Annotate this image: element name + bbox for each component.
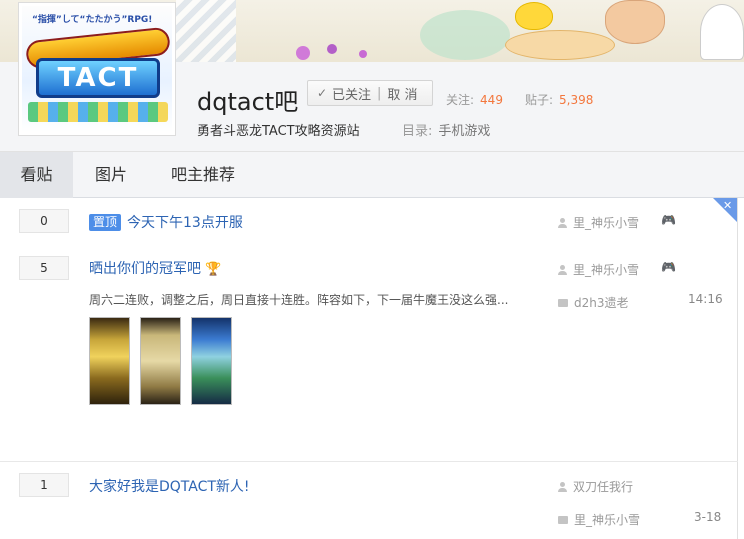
user-icon [558,218,567,228]
comment-icon [558,516,568,524]
logo-band [28,102,168,122]
followers-stat: 关注: 449 [446,91,503,108]
forum-category: 目录: 手机游戏 [402,120,490,139]
logo-tagline: “指揮”して“たたかう”RPG! [32,15,153,25]
category-label: 目录: [402,124,433,139]
thread-divider [0,461,738,462]
duck-illustration [515,2,553,30]
check-icon: ✓ [316,86,328,100]
tab-recommended[interactable]: 吧主推荐 [149,152,257,198]
user-icon [558,482,567,492]
close-icon[interactable]: ✕ [723,199,732,212]
thread-author[interactable]: 双刀任我行 [558,478,633,495]
reply-count: 5 [19,256,69,280]
thread-title[interactable]: 大家好我是DQTACT新人! [89,476,250,496]
comment-icon [558,299,568,307]
thread-image[interactable] [191,317,232,405]
thread-abstract: 周六二连败，调整之后，周日直接十连胜。阵容如下，下一届牛魔王没这么强... [89,293,509,307]
pinned-badge: 置顶 [89,214,122,231]
trophy-icon: 🏆 [205,262,222,277]
last-replier[interactable]: d2h3遗老 [558,294,629,311]
tab-posts[interactable]: 看贴 [0,152,73,198]
forum-slogan: 勇者斗恶龙TACT攻略资源站 [197,124,360,139]
last-replier-name[interactable]: 里_神乐小雪 [574,513,640,527]
thread-title-text[interactable]: 晒出你们的冠军吧 [89,261,201,277]
forum-tabs: 看贴 图片 吧主推荐 [0,152,744,198]
thread-title-text[interactable]: 大家好我是DQTACT新人! [89,479,250,495]
followers-count: 449 [480,93,503,107]
author-name[interactable]: 里_神乐小雪 [573,216,639,230]
last-reply-time: 3-18 [694,510,722,524]
reply-count: 1 [19,473,69,497]
dq-tact-logo: “指揮”して“たたかう”RPG! TACT [22,6,172,132]
author-name[interactable]: 双刀任我行 [573,480,633,494]
forum-avatar[interactable]: “指揮”して“たたかう”RPG! TACT [18,2,176,136]
bear-illustration [605,0,665,44]
thread-title[interactable]: 晒出你们的冠军吧 🏆 [89,258,221,278]
separator: | [377,85,382,101]
logo-tact: TACT [36,58,160,98]
author-name[interactable]: 里_神乐小雪 [573,263,639,277]
banner-decoration [505,30,615,60]
thread-title[interactable]: 置顶 今天下午13点开服 [89,212,243,232]
thread-title-text[interactable]: 今天下午13点开服 [127,215,243,231]
gamepad-icon: 🎮 [661,213,676,227]
follow-button[interactable]: ✓ 已关注 | 取 消 [307,80,433,106]
banner-decoration [700,4,744,60]
banner-decoration [176,0,236,62]
banner-decoration [327,44,337,54]
last-replier[interactable]: 里_神乐小雪 [558,511,640,528]
banner-decoration [359,50,367,58]
user-icon [558,265,567,275]
banner-decoration [296,46,310,60]
thread-image[interactable] [89,317,130,405]
thread-author[interactable]: 里_神乐小雪 [558,214,639,231]
tieba-page: “指揮”して“たたかう”RPG! TACT dqtact吧 ✓ 已关注 | 取 … [0,0,744,539]
last-replier-name[interactable]: d2h3遗老 [574,296,629,310]
thread-image[interactable] [140,317,181,405]
forum-name[interactable]: dqtact吧 [197,82,298,117]
posts-label: 贴子: [525,93,554,107]
reply-count: 0 [19,209,69,233]
last-reply-time: 14:16 [688,292,723,306]
banner-decoration [420,10,510,60]
gamepad-icon: 🎮 [661,260,676,274]
followed-label: 已关注 [332,87,372,103]
thread-author[interactable]: 里_神乐小雪 [558,261,639,278]
posts-stat: 贴子: 5,398 [525,91,593,108]
posts-count: 5,398 [559,93,594,107]
category-value[interactable]: 手机游戏 [438,124,490,139]
unfollow-link[interactable]: 取 消 [387,84,417,103]
followers-label: 关注: [446,93,475,107]
tab-images[interactable]: 图片 [73,152,149,198]
